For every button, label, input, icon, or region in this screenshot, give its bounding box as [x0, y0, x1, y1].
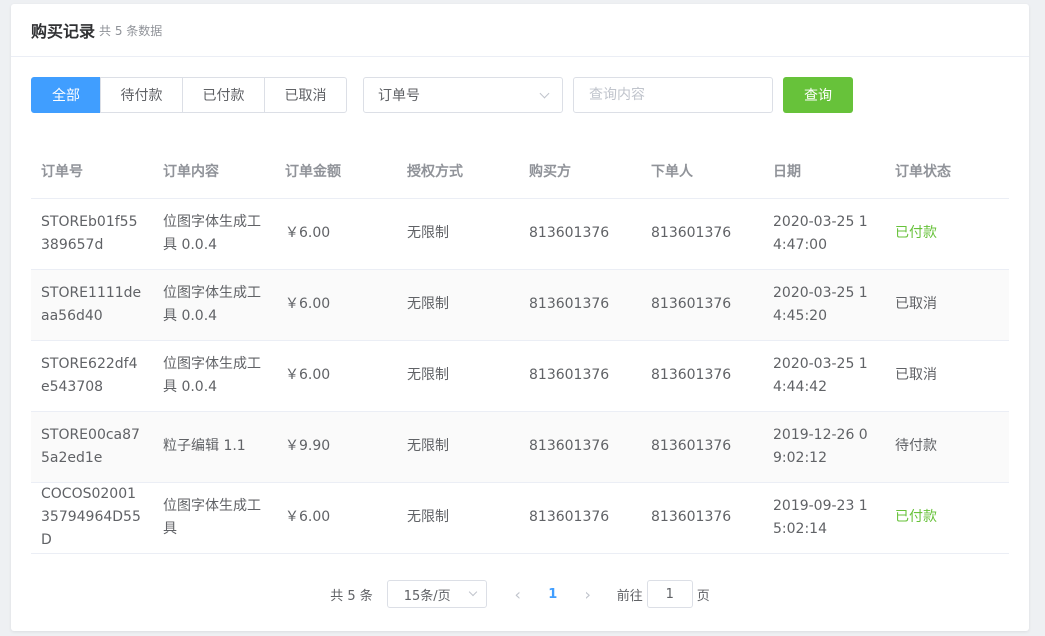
goto-page-input[interactable] [646, 580, 693, 608]
cell-date: 2019-12-26 09:02:12 [763, 411, 885, 483]
cell-content: 位图字体生成工具 0.0.4 [153, 340, 275, 412]
cell-amount: ￥6.00 [275, 198, 397, 270]
table-row: STORE1111deaa56d40 位图字体生成工具 0.0.4 ￥6.00 无限制… [31, 269, 1009, 341]
goto-page: 前往 页 [617, 580, 710, 608]
card-header: 购买记录 共 5 条数据 [11, 4, 1029, 57]
col-amount: 订单金额 [275, 144, 397, 199]
cell-buyer: 813601376 [519, 411, 641, 483]
cell-status: 已付款 [885, 482, 1009, 554]
table-row: STOREb01f55389657d 位图字体生成工具 0.0.4 ￥6.00 无限制… [31, 198, 1009, 270]
cell-amount: ￥6.00 [275, 269, 397, 341]
cell-license: 无限制 [397, 198, 519, 270]
cell-date: 2020-03-25 14:45:20 [763, 269, 885, 341]
cell-status: 已取消 [885, 340, 1009, 412]
next-page-icon[interactable]: › [573, 585, 603, 604]
cell-date: 2020-03-25 14:44:42 [763, 340, 885, 412]
purchase-records-card: 购买记录 共 5 条数据 全部 待付款 已付款 已取消 订单号 查询 订单号 订… [11, 4, 1029, 631]
cell-status: 已取消 [885, 269, 1009, 341]
cell-license: 无限制 [397, 269, 519, 341]
col-license: 授权方式 [397, 144, 519, 199]
goto-prefix: 前往 [616, 588, 643, 604]
cell-date: 2019-09-23 15:02:14 [763, 482, 885, 554]
cell-content: 位图字体生成工具 0.0.4 [153, 198, 275, 270]
cell-orderer: 813601376 [641, 340, 763, 412]
cell-orderer: 813601376 [641, 411, 763, 483]
cell-amount: ￥6.00 [275, 340, 397, 412]
table-row: STORE00ca875a2ed1e 粒子编辑 1.1 ￥9.90 无限制 813601… [31, 411, 1009, 483]
page-title: 购买记录 [31, 22, 96, 41]
prev-page-icon[interactable]: ‹ [503, 585, 533, 604]
page-size-select[interactable]: 15条/页 [386, 580, 487, 608]
cell-orderer: 813601376 [641, 482, 763, 554]
search-input[interactable] [573, 77, 773, 113]
tab-pending[interactable]: 待付款 [100, 77, 183, 113]
table-header-row: 订单号 订单内容 订单金额 授权方式 购买方 下单人 日期 订单状态 [31, 144, 1009, 199]
cell-date: 2020-03-25 14:47:00 [763, 198, 885, 270]
cell-license: 无限制 [397, 482, 519, 554]
table-row: COCOS0200135794964D55D 位图字体生成工具 ￥6.00 无限制 81… [31, 482, 1009, 554]
total-count: 共 5 条 [330, 588, 373, 604]
col-orderer: 下单人 [641, 144, 763, 199]
cell-order-id: STOREb01f55389657d [31, 198, 153, 270]
cell-content: 位图字体生成工具 0.0.4 [153, 269, 275, 341]
cell-license: 无限制 [397, 340, 519, 412]
page-number[interactable]: 1 [533, 587, 573, 602]
col-content: 订单内容 [153, 144, 275, 199]
chevron-down-icon [539, 88, 550, 98]
cell-status: 已付款 [885, 198, 1009, 270]
cell-amount: ￥6.00 [275, 482, 397, 554]
cell-order-id: STORE00ca875a2ed1e [31, 411, 153, 483]
col-status: 订单状态 [885, 144, 1009, 199]
cell-buyer: 813601376 [519, 340, 641, 412]
record-count: 共 5 条数据 [99, 23, 163, 38]
cell-order-id: STORE1111deaa56d40 [31, 269, 153, 341]
col-buyer: 购买方 [519, 144, 641, 199]
col-date: 日期 [763, 144, 885, 199]
table-row: STORE622df4e543708 位图字体生成工具 0.0.4 ￥6.00 无限制… [31, 340, 1009, 412]
cell-buyer: 813601376 [519, 198, 641, 270]
tab-all[interactable]: 全部 [31, 77, 101, 113]
cell-order-id: COCOS0200135794964D55D [31, 482, 153, 554]
status-filter-group: 全部 待付款 已付款 已取消 [31, 77, 347, 113]
cell-orderer: 813601376 [641, 269, 763, 341]
goto-suffix: 页 [696, 588, 710, 604]
cell-buyer: 813601376 [519, 269, 641, 341]
filter-toolbar: 全部 待付款 已付款 已取消 订单号 查询 [31, 77, 853, 113]
pagination: 共 5 条 15条/页 ‹ 1 › 前往 页 [11, 580, 1029, 608]
cell-buyer: 813601376 [519, 482, 641, 554]
cell-amount: ￥9.90 [275, 411, 397, 483]
orders-table: 订单号 订单内容 订单金额 授权方式 购买方 下单人 日期 订单状态 STORE… [31, 144, 1009, 554]
cell-content: 位图字体生成工具 [153, 482, 275, 554]
search-field-value: 订单号 [378, 88, 420, 104]
query-button[interactable]: 查询 [783, 77, 853, 113]
chevron-down-icon [468, 587, 477, 597]
tab-cancelled[interactable]: 已取消 [264, 77, 347, 113]
cell-license: 无限制 [397, 411, 519, 483]
col-order-id: 订单号 [31, 144, 153, 199]
cell-orderer: 813601376 [641, 198, 763, 270]
cell-content: 粒子编辑 1.1 [153, 411, 275, 483]
cell-status: 待付款 [885, 411, 1009, 483]
search-field-select[interactable]: 订单号 [363, 77, 563, 113]
tab-paid[interactable]: 已付款 [182, 77, 265, 113]
cell-order-id: STORE622df4e543708 [31, 340, 153, 412]
page-size-value: 15条/页 [403, 588, 451, 604]
